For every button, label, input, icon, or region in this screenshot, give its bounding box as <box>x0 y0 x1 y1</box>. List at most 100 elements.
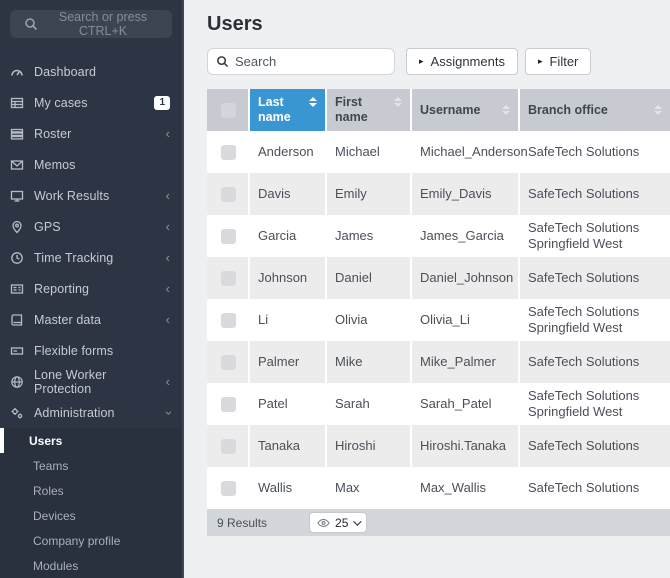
map-pin-icon <box>10 220 26 234</box>
row-checkbox[interactable] <box>221 271 236 286</box>
cell-last-name: Anderson <box>249 131 326 173</box>
table-header-row: Last name First name Username Branch off… <box>207 89 670 131</box>
cell-branch-office: SafeTech Solutions Springfield West <box>519 383 670 425</box>
cell-branch-office: SafeTech Solutions Springfield West <box>519 299 670 341</box>
filter-button[interactable]: ▸ Filter <box>525 48 591 75</box>
sidebar-item-my-cases[interactable]: My cases 1 <box>0 87 182 118</box>
form-icon <box>10 344 26 358</box>
row-checkbox[interactable] <box>221 439 236 454</box>
chevron-left-icon: ‹ <box>166 253 170 263</box>
sidebar-item-devices[interactable]: Devices <box>0 503 182 528</box>
table-row: Patel Sarah Sarah_Patel SafeTech Solutio… <box>207 383 670 425</box>
select-all-header <box>207 89 249 131</box>
sort-icon <box>394 97 402 107</box>
sidebar-item-lone-worker-protection[interactable]: Lone Worker Protection ‹ <box>0 366 182 397</box>
cell-username: Daniel_Johnson <box>411 257 519 299</box>
row-checkbox[interactable] <box>221 145 236 160</box>
sidebar-item-master-data[interactable]: Master data ‹ <box>0 304 182 335</box>
toolbar: Search ▸ Assignments ▸ Filter <box>207 48 670 75</box>
cell-first-name: Sarah <box>326 383 411 425</box>
page-title: Users <box>207 13 670 36</box>
cell-first-name: Max <box>326 467 411 509</box>
sidebar-item-roles[interactable]: Roles <box>0 478 182 503</box>
cell-branch-office: SafeTech Solutions <box>519 425 670 467</box>
cell-username: Mike_Palmer <box>411 341 519 383</box>
cell-branch-office: SafeTech Solutions <box>519 467 670 509</box>
cell-first-name: Daniel <box>326 257 411 299</box>
chevron-left-icon: ‹ <box>166 129 170 139</box>
sidebar-item-modules[interactable]: Modules <box>0 553 182 578</box>
chevron-down-icon: ‹ <box>163 410 173 414</box>
cell-last-name: Wallis <box>249 467 326 509</box>
cases-icon <box>10 96 26 110</box>
row-checkbox[interactable] <box>221 229 236 244</box>
cell-last-name: Davis <box>249 173 326 215</box>
sidebar: Search or press CTRL+K Dashboard My case… <box>0 0 184 578</box>
assignments-button[interactable]: ▸ Assignments <box>406 48 518 75</box>
chevron-left-icon: ‹ <box>166 222 170 232</box>
sidebar-nav: Dashboard My cases 1 Roster ‹ Memos Work… <box>0 56 182 428</box>
globe-icon <box>10 375 26 389</box>
row-checkbox[interactable] <box>221 187 236 202</box>
results-count: 9 Results <box>217 516 267 530</box>
sidebar-item-work-results[interactable]: Work Results ‹ <box>0 180 182 211</box>
cell-last-name: Patel <box>249 383 326 425</box>
chevron-left-icon: ‹ <box>166 284 170 294</box>
main-content: Users Search ▸ Assignments ▸ Filter Last… <box>186 0 670 578</box>
sort-icon <box>502 105 510 115</box>
page-size-select[interactable]: 25 <box>309 512 367 533</box>
chevron-left-icon: ‹ <box>166 191 170 201</box>
table-row: Tanaka Hiroshi Hiroshi.Tanaka SafeTech S… <box>207 425 670 467</box>
clock-icon <box>10 251 26 265</box>
sidebar-item-roster[interactable]: Roster ‹ <box>0 118 182 149</box>
column-header-last-name[interactable]: Last name <box>249 89 326 131</box>
cell-branch-office: SafeTech Solutions <box>519 131 670 173</box>
cell-branch-office: SafeTech Solutions <box>519 341 670 383</box>
sidebar-item-reporting[interactable]: Reporting ‹ <box>0 273 182 304</box>
cell-branch-office: SafeTech Solutions <box>519 257 670 299</box>
column-header-username[interactable]: Username <box>411 89 519 131</box>
chevron-down-icon <box>354 517 362 525</box>
column-header-first-name[interactable]: First name <box>326 89 411 131</box>
sidebar-item-teams[interactable]: Teams <box>0 453 182 478</box>
row-checkbox[interactable] <box>221 481 236 496</box>
cell-first-name: Michael <box>326 131 411 173</box>
row-checkbox[interactable] <box>221 313 236 328</box>
cell-last-name: Tanaka <box>249 425 326 467</box>
sidebar-search-placeholder: Search or press CTRL+K <box>42 10 164 38</box>
sidebar-item-flexible-forms[interactable]: Flexible forms <box>0 335 182 366</box>
users-search-input[interactable]: Search <box>207 48 395 75</box>
sort-icon <box>309 97 317 107</box>
sidebar-item-time-tracking[interactable]: Time Tracking ‹ <box>0 242 182 273</box>
sidebar-item-users[interactable]: Users <box>0 428 182 453</box>
cell-first-name: James <box>326 215 411 257</box>
sort-icon <box>654 105 662 115</box>
page-size-value: 25 <box>335 516 348 530</box>
users-search-placeholder: Search <box>235 54 276 69</box>
sidebar-item-gps[interactable]: GPS ‹ <box>0 211 182 242</box>
column-header-branch-office[interactable]: Branch office <box>519 89 670 131</box>
search-icon <box>24 17 38 31</box>
cell-first-name: Emily <box>326 173 411 215</box>
row-checkbox[interactable] <box>221 397 236 412</box>
sidebar-item-company-profile[interactable]: Company profile <box>0 528 182 553</box>
table-row: Davis Emily Emily_Davis SafeTech Solutio… <box>207 173 670 215</box>
row-checkbox[interactable] <box>221 355 236 370</box>
sidebar-item-administration[interactable]: Administration ‹ <box>0 397 182 428</box>
book-icon <box>10 313 26 327</box>
cell-branch-office: SafeTech Solutions <box>519 173 670 215</box>
sidebar-search-input[interactable]: Search or press CTRL+K <box>10 10 172 38</box>
chevron-left-icon: ‹ <box>166 377 170 387</box>
select-all-checkbox[interactable] <box>221 103 236 118</box>
cell-last-name: Garcia <box>249 215 326 257</box>
sidebar-item-memos[interactable]: Memos <box>0 149 182 180</box>
gears-icon <box>10 406 26 420</box>
users-table: Last name First name Username Branch off… <box>207 89 670 509</box>
table-row: Johnson Daniel Daniel_Johnson SafeTech S… <box>207 257 670 299</box>
cell-username: James_Garcia <box>411 215 519 257</box>
cell-first-name: Hiroshi <box>326 425 411 467</box>
cell-username: Olivia_Li <box>411 299 519 341</box>
cell-username: Michael_Anderson <box>411 131 519 173</box>
sidebar-item-dashboard[interactable]: Dashboard <box>0 56 182 87</box>
monitor-icon <box>10 189 26 203</box>
